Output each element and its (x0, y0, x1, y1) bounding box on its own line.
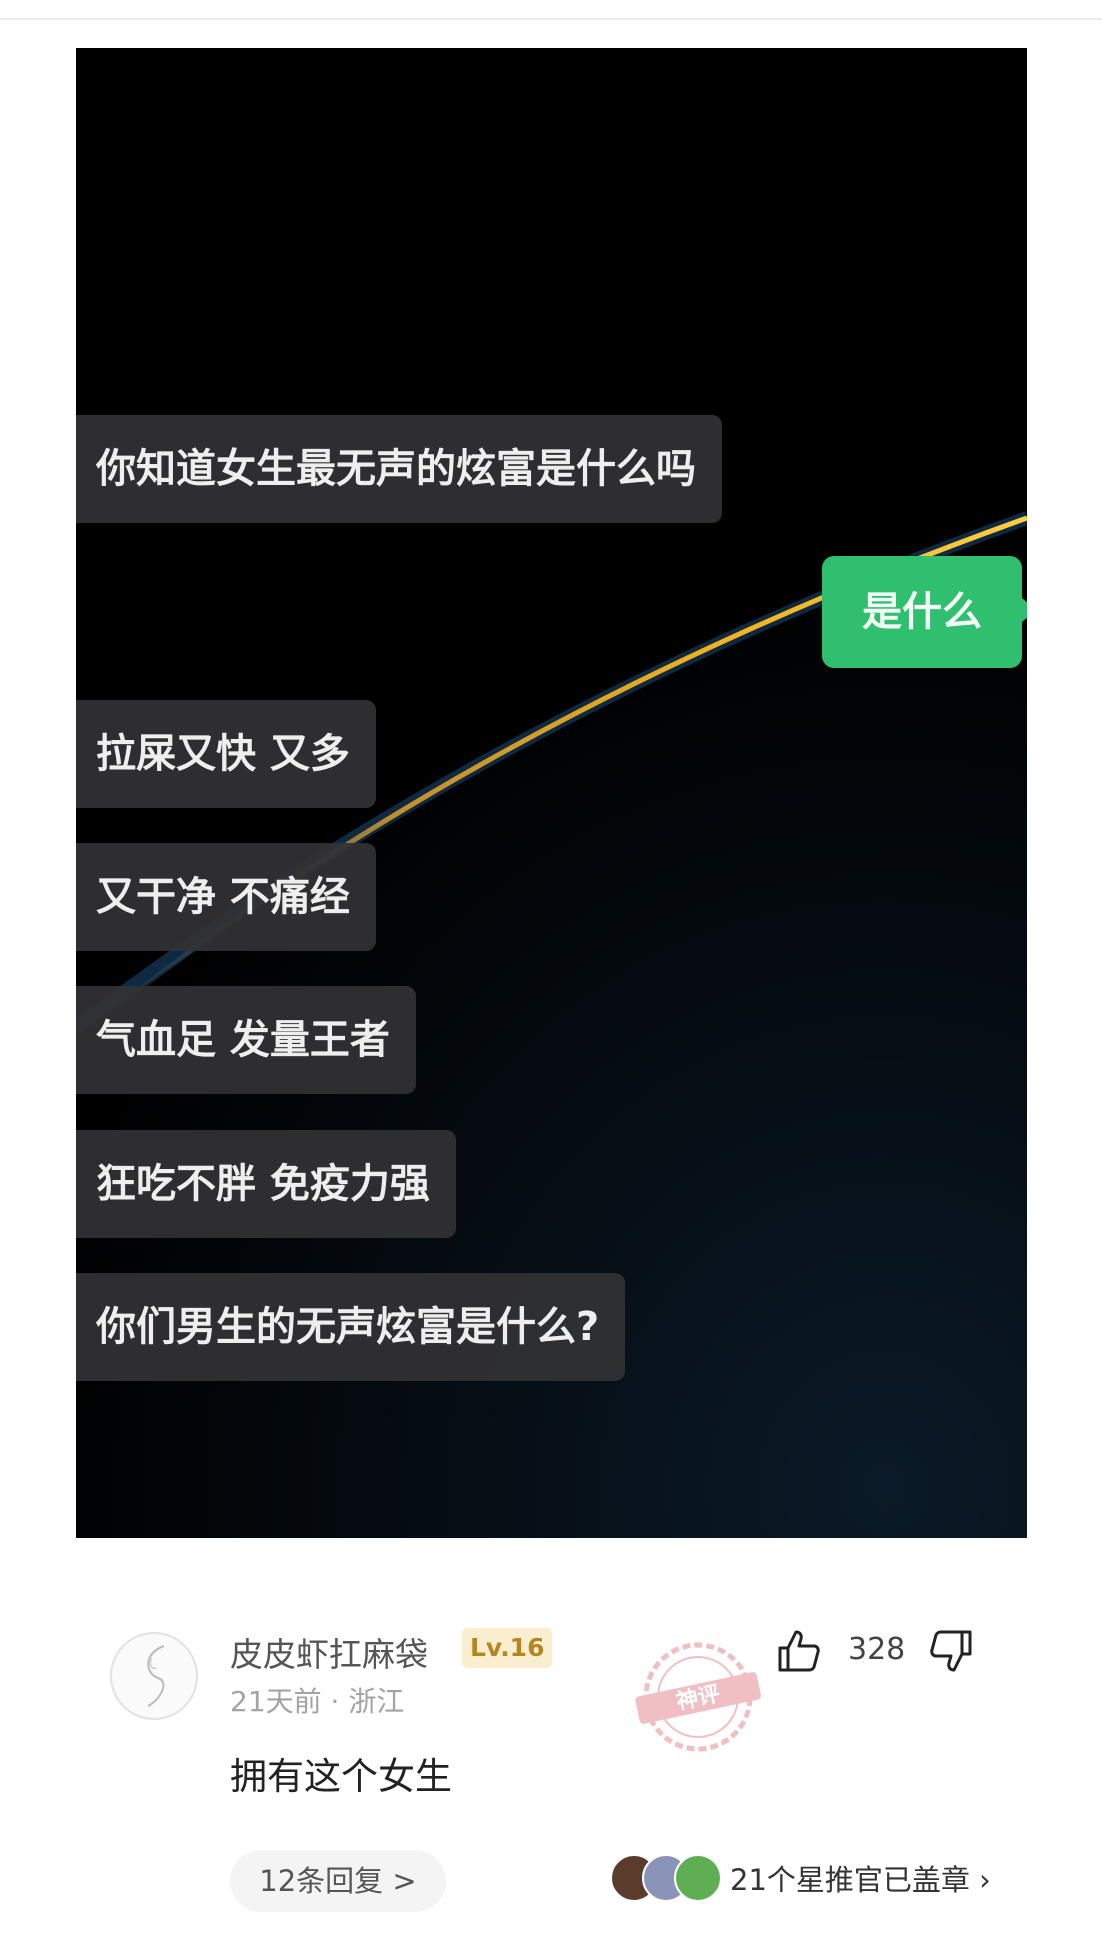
meta-separator: · (330, 1685, 340, 1718)
chat-bubble-incoming: 你们男生的无声炫富是什么? (76, 1273, 626, 1381)
avatar[interactable] (110, 1632, 198, 1720)
chat-bubble-incoming: 狂吃不胖 免疫力强 (76, 1130, 456, 1238)
thumbs-up-icon[interactable] (774, 1626, 824, 1676)
level-badge: Lv.16 (462, 1628, 553, 1668)
comment-text: 拥有这个女生 (230, 1755, 452, 1798)
stamp-summary-link[interactable]: 21个星推官已盖章 › (730, 1857, 991, 1899)
comment-meta: 21天前 · 浙江 (230, 1680, 404, 1720)
like-count: 328 (848, 1632, 906, 1667)
chat-bubble-incoming: 又干净 不痛经 (76, 843, 376, 951)
stamp-label: 神评 (674, 1681, 722, 1716)
avatar-sketch-icon (147, 1645, 165, 1707)
stamp-summary-text: 21个星推官已盖章 (730, 1863, 970, 1897)
post-image[interactable]: 你知道女生最无声的炫富是什么吗 是什么 拉屎又快 又多 又干净 不痛经 气血足 … (76, 48, 1027, 1538)
chat-bubble-outgoing: 是什么 (822, 556, 1027, 668)
view-replies-button[interactable]: 12条回复 > (230, 1850, 446, 1912)
comment-time: 21天前 (230, 1685, 322, 1718)
stamper-avatars[interactable] (610, 1854, 722, 1902)
chat-bubble-incoming: 气血足 发量王者 (76, 986, 416, 1094)
comment-location: 浙江 (348, 1685, 405, 1718)
username[interactable]: 皮皮虾扛麻袋 (230, 1628, 428, 1676)
thumbs-down-icon[interactable] (926, 1626, 976, 1676)
top-divider (0, 18, 1102, 20)
chevron-right-icon: › (979, 1863, 991, 1897)
chat-bubble-incoming: 拉屎又快 又多 (76, 700, 376, 808)
god-comment-stamp: 神评 (635, 1642, 762, 1752)
chat-bubble-incoming: 你知道女生最无声的炫富是什么吗 (76, 415, 722, 523)
avatar (674, 1854, 722, 1902)
